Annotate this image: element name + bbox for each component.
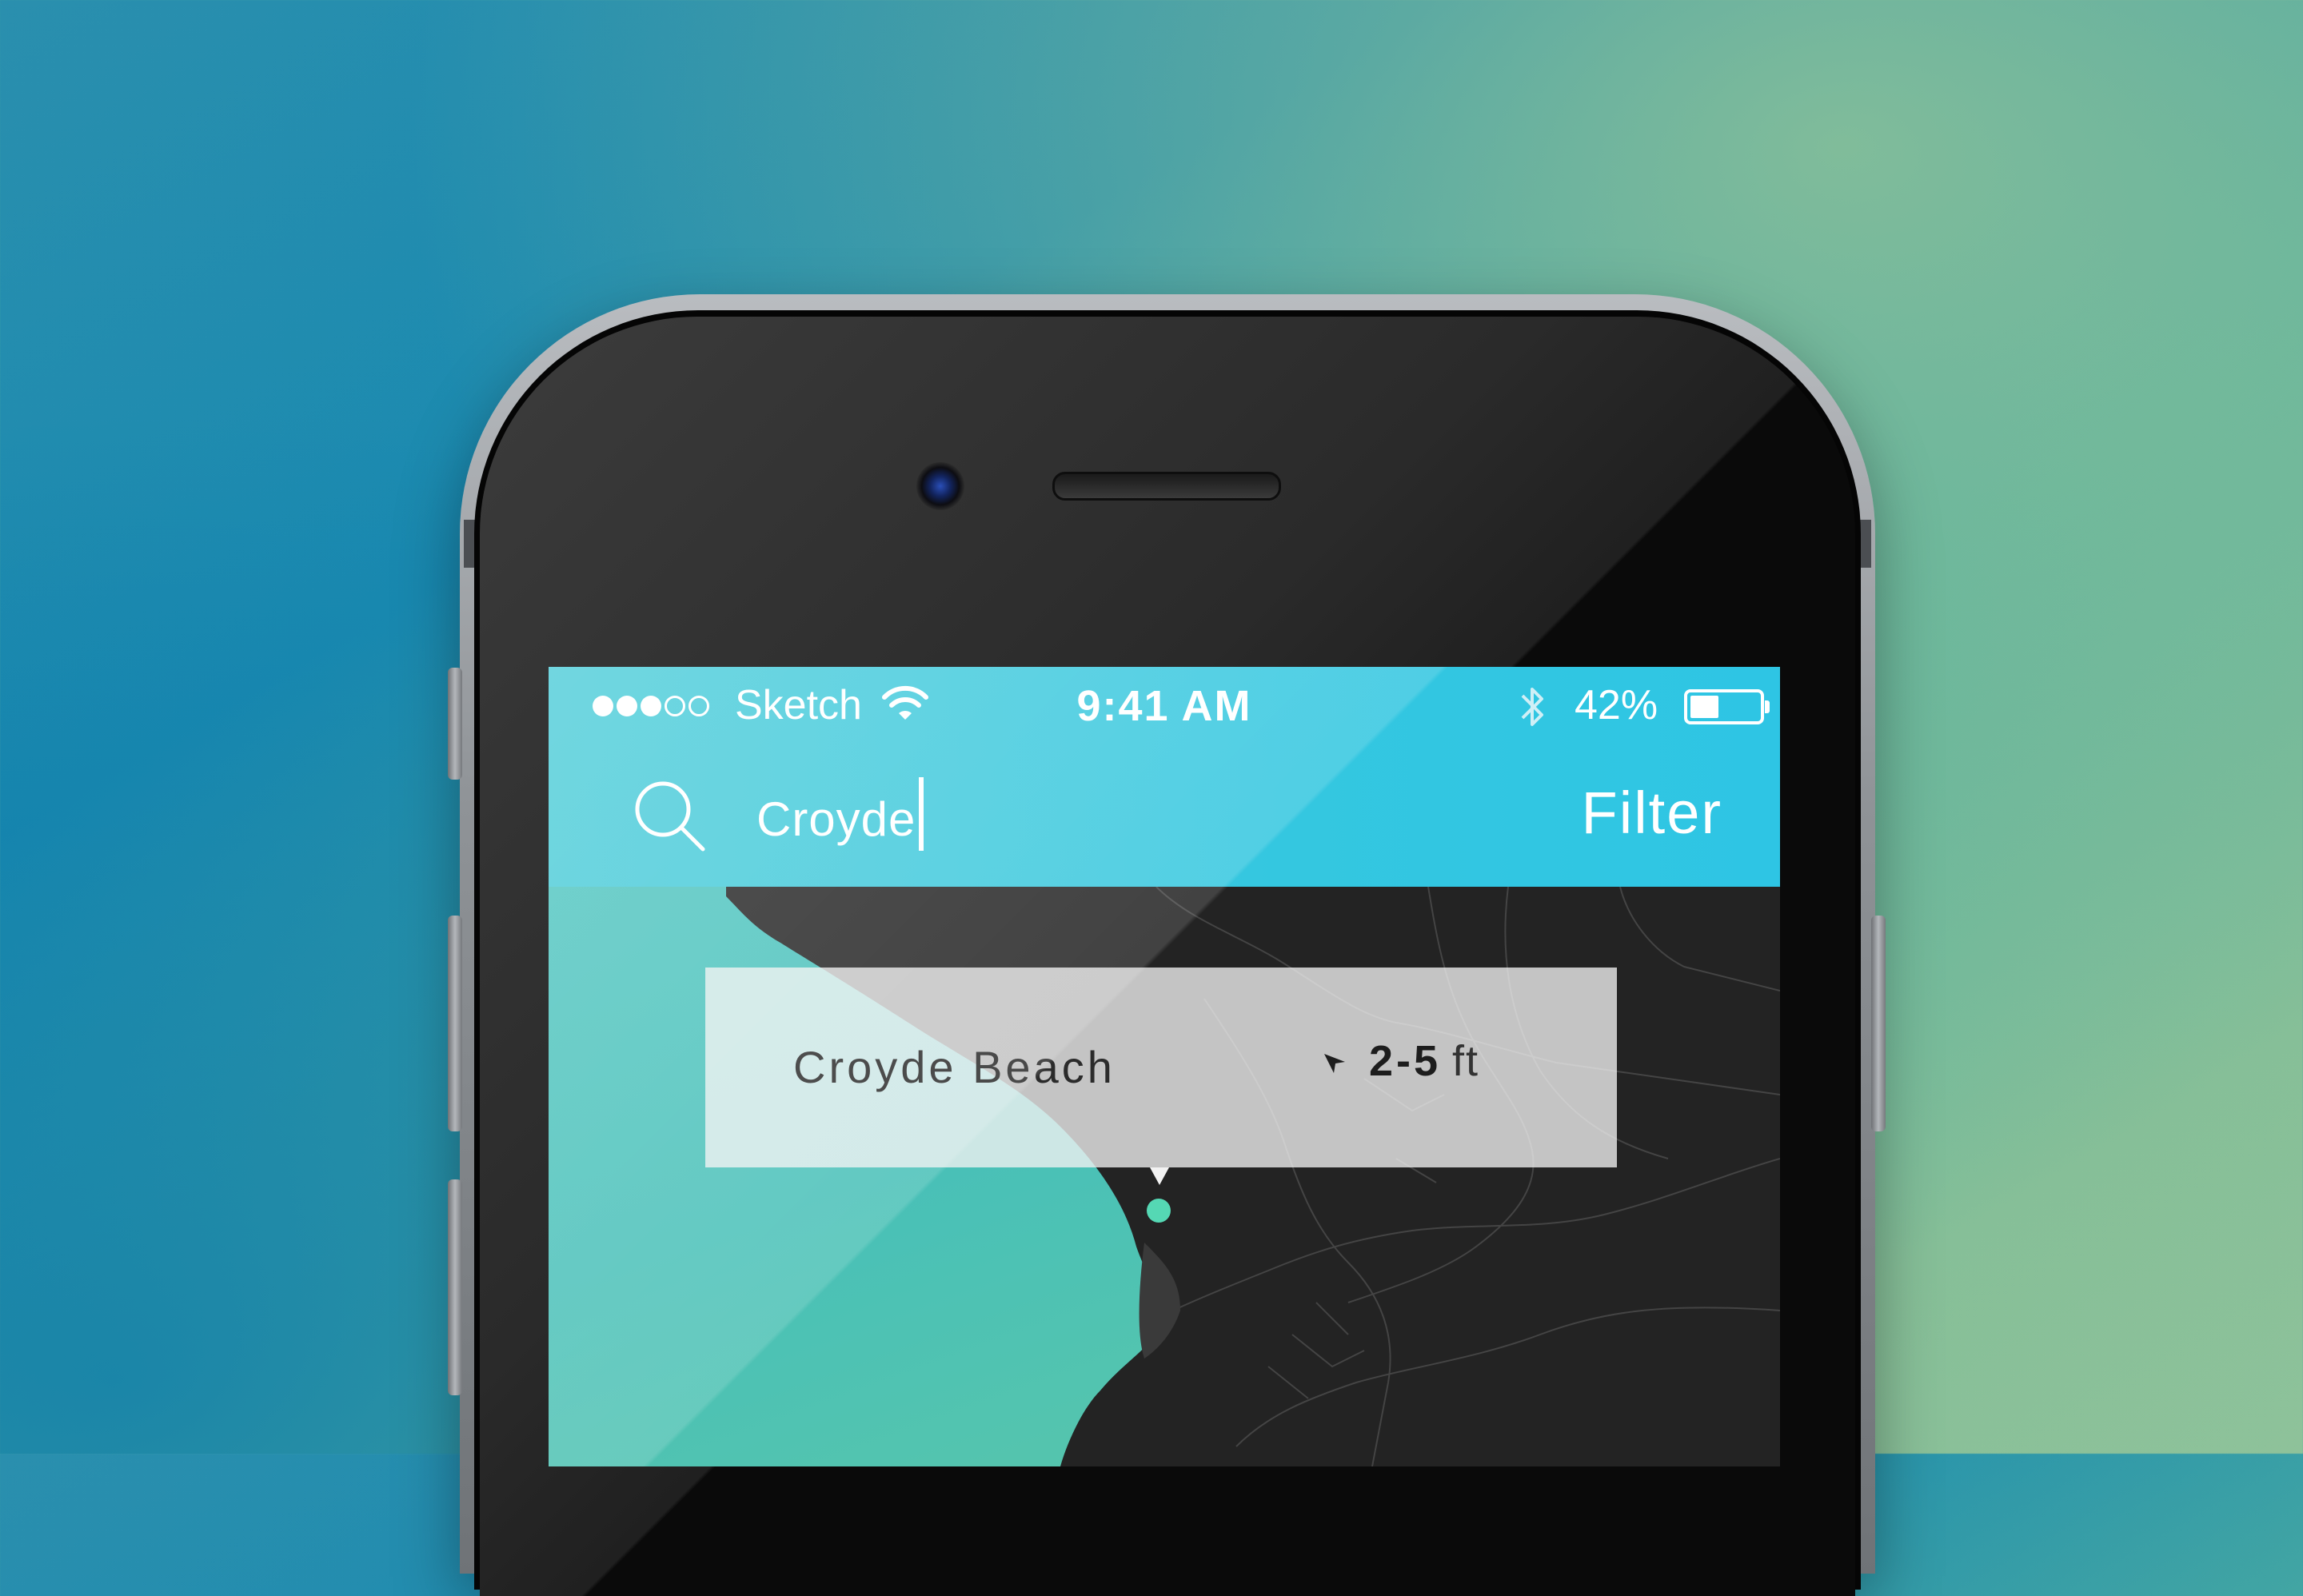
app-header: Sketch 9:41 AM 42% Filter (549, 667, 1780, 887)
volume-up-button (448, 916, 462, 1131)
pin-pointer-icon (1150, 1167, 1169, 1185)
result-swell: 2-5 ft (1324, 1036, 1480, 1086)
swell-unit: ft (1452, 1037, 1480, 1085)
filter-button[interactable]: Filter (1582, 779, 1722, 847)
search-result-item[interactable]: Croyde Beach 2-5 ft (705, 968, 1617, 1167)
earpiece-speaker (1052, 472, 1281, 501)
swell-range: 2-5 (1369, 1037, 1442, 1085)
direction-arrow-icon (1324, 1054, 1345, 1073)
power-button (1871, 916, 1886, 1131)
app-screen: Sketch 9:41 AM 42% Filter Croyde Bea (549, 667, 1780, 1466)
text-cursor (919, 777, 924, 851)
battery-nub (1765, 700, 1770, 713)
battery-level (1690, 696, 1718, 718)
search-icon[interactable] (633, 779, 708, 855)
result-beach-name: Croyde Beach (793, 1042, 1116, 1092)
status-bar: Sketch 9:41 AM 42% (549, 667, 1780, 747)
front-camera (916, 462, 964, 510)
mute-switch (448, 668, 462, 780)
battery-percentage: 42% (1575, 682, 1658, 728)
bluetooth-icon (1521, 688, 1543, 726)
search-input[interactable] (756, 779, 1236, 859)
map-location-pin[interactable] (1147, 1199, 1171, 1223)
volume-down-button (448, 1179, 462, 1395)
battery-icon (1684, 689, 1764, 724)
